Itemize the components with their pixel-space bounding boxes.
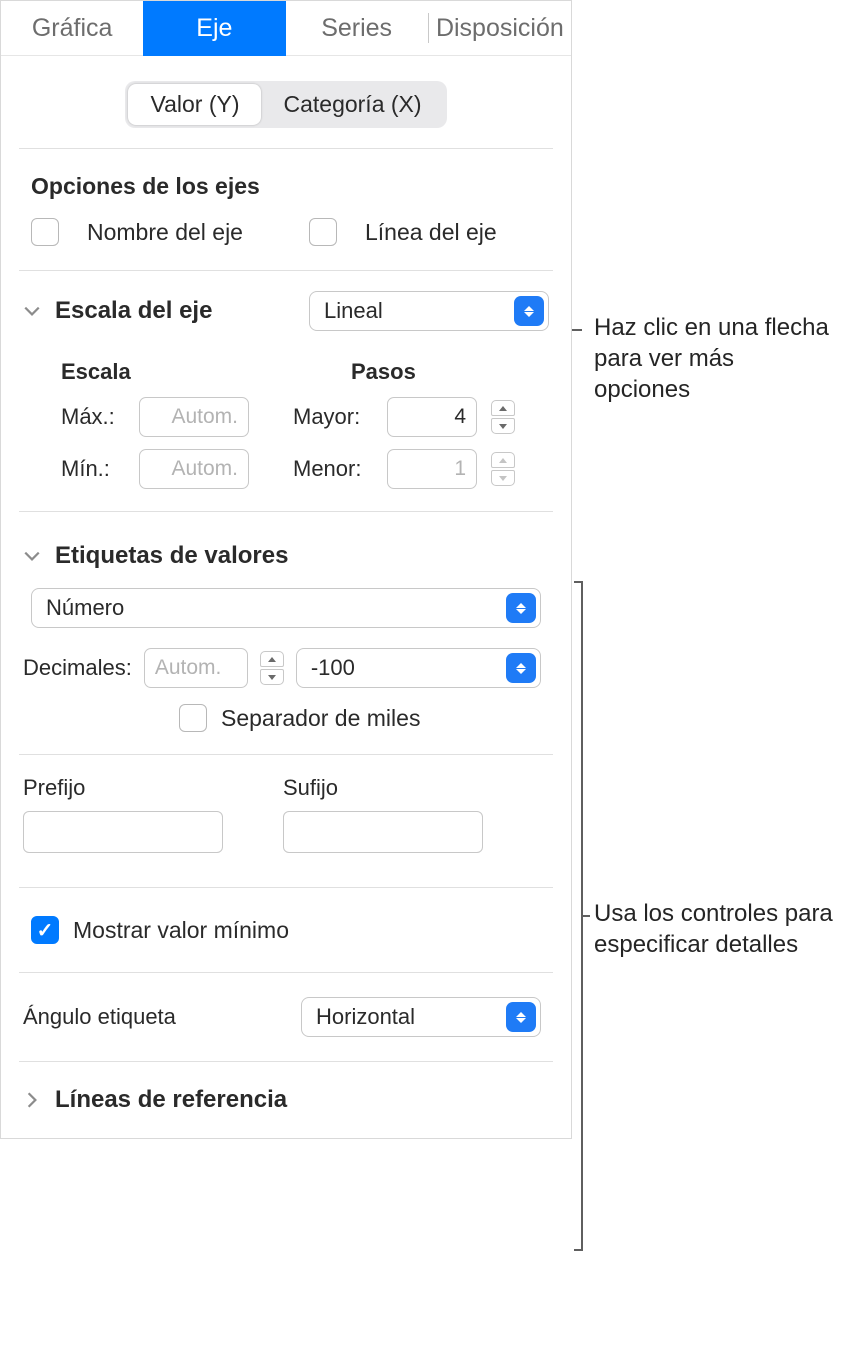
tab-axis[interactable]: Eje bbox=[143, 1, 285, 56]
minor-stepper[interactable] bbox=[491, 452, 515, 486]
axis-segmented-control: Valor (Y) Categoría (X) bbox=[125, 81, 446, 128]
checkbox-thousands-separator[interactable] bbox=[179, 704, 207, 732]
leader-lines bbox=[572, 0, 840, 1370]
min-label: Mín.: bbox=[61, 456, 125, 482]
dropdown-caret-icon bbox=[506, 593, 536, 623]
min-input[interactable]: Autom. bbox=[139, 449, 249, 489]
axis-subtabs: Valor (Y) Categoría (X) bbox=[1, 56, 571, 148]
label-thousands-separator: Separador de miles bbox=[221, 705, 420, 732]
scale-min-row: Mín.: Autom. Menor: 1 bbox=[1, 443, 571, 511]
inspector-tabs: Gráfica Eje Series Disposición bbox=[1, 1, 571, 56]
value-format-value: Número bbox=[46, 595, 124, 621]
segment-value-y[interactable]: Valor (Y) bbox=[128, 84, 261, 125]
value-labels-title: Etiquetas de valores bbox=[55, 542, 549, 570]
decimals-row: Decimales: Autom. -100 bbox=[1, 642, 571, 698]
label-angle-row: Ángulo etiqueta Horizontal bbox=[1, 973, 571, 1061]
negative-format-select[interactable]: -100 bbox=[296, 648, 541, 688]
label-angle-label: Ángulo etiqueta bbox=[23, 1004, 281, 1030]
decimals-label: Decimales: bbox=[23, 655, 132, 681]
checkbox-show-min[interactable] bbox=[31, 916, 59, 944]
label-show-min: Mostrar valor mínimo bbox=[73, 917, 289, 944]
decimals-input[interactable]: Autom. bbox=[144, 648, 248, 688]
major-input[interactable]: 4 bbox=[387, 397, 477, 437]
format-inspector-panel: Gráfica Eje Series Disposición Valor (Y)… bbox=[0, 0, 572, 1139]
value-labels-disclosure[interactable]: Etiquetas de valores bbox=[1, 512, 571, 586]
reference-lines-disclosure[interactable]: Líneas de referencia bbox=[1, 1062, 571, 1138]
suffix-label: Sufijo bbox=[283, 775, 338, 801]
label-angle-value: Horizontal bbox=[316, 1004, 415, 1030]
max-input[interactable]: Autom. bbox=[139, 397, 249, 437]
major-label: Mayor: bbox=[293, 404, 373, 430]
chevron-down-icon bbox=[23, 547, 41, 565]
thousands-row: Separador de miles bbox=[1, 698, 571, 754]
chevron-down-icon bbox=[23, 302, 41, 320]
axis-scale-type-select[interactable]: Lineal bbox=[309, 291, 549, 331]
scale-steps-headers: Escala Pasos bbox=[1, 347, 571, 391]
minor-input[interactable]: 1 bbox=[387, 449, 477, 489]
minor-label: Menor: bbox=[293, 456, 373, 482]
value-format-row: Número bbox=[1, 586, 571, 642]
annotation-area: Haz clic en una flecha para ver más opci… bbox=[572, 0, 840, 1370]
axis-scale-type-value: Lineal bbox=[324, 298, 383, 324]
label-axis-name: Nombre del eje bbox=[87, 219, 243, 246]
prefix-label: Prefijo bbox=[23, 775, 223, 801]
segment-category-x[interactable]: Categoría (X) bbox=[261, 84, 443, 125]
chevron-right-icon bbox=[23, 1091, 41, 1109]
suffix-input[interactable] bbox=[283, 811, 483, 853]
dropdown-caret-icon bbox=[506, 653, 536, 683]
scale-header: Escala bbox=[61, 359, 261, 385]
tab-series[interactable]: Series bbox=[286, 1, 428, 56]
axis-scale-title: Escala del eje bbox=[55, 297, 295, 325]
tab-arrangement[interactable]: Disposición bbox=[429, 1, 571, 56]
prefix-suffix-inputs bbox=[1, 807, 571, 887]
decimals-stepper[interactable] bbox=[260, 651, 284, 685]
negative-format-value: -100 bbox=[311, 655, 355, 681]
tab-chart[interactable]: Gráfica bbox=[1, 1, 143, 56]
show-min-row: Mostrar valor mínimo bbox=[1, 888, 571, 972]
max-label: Máx.: bbox=[61, 404, 125, 430]
label-angle-select[interactable]: Horizontal bbox=[301, 997, 541, 1037]
axis-scale-disclosure[interactable]: Escala del eje Lineal bbox=[1, 271, 571, 347]
scale-max-row: Máx.: Autom. Mayor: 4 bbox=[1, 391, 571, 443]
checkbox-axis-name[interactable] bbox=[31, 218, 59, 246]
axis-options-title: Opciones de los ejes bbox=[1, 149, 571, 214]
major-stepper[interactable] bbox=[491, 400, 515, 434]
value-format-select[interactable]: Número bbox=[31, 588, 541, 628]
axis-options-row: Nombre del eje Línea del eje bbox=[1, 214, 571, 270]
prefix-input[interactable] bbox=[23, 811, 223, 853]
callout-1: Haz clic en una flecha para ver más opci… bbox=[594, 312, 834, 406]
prefix-suffix-headers: Prefijo Sufijo bbox=[1, 755, 571, 807]
reference-lines-title: Líneas de referencia bbox=[55, 1086, 549, 1114]
steps-header: Pasos bbox=[301, 359, 541, 385]
checkbox-axis-line[interactable] bbox=[309, 218, 337, 246]
dropdown-caret-icon bbox=[506, 1002, 536, 1032]
dropdown-caret-icon bbox=[514, 296, 544, 326]
callout-2: Usa los controles para especificar detal… bbox=[594, 898, 834, 960]
label-axis-line: Línea del eje bbox=[365, 219, 497, 246]
